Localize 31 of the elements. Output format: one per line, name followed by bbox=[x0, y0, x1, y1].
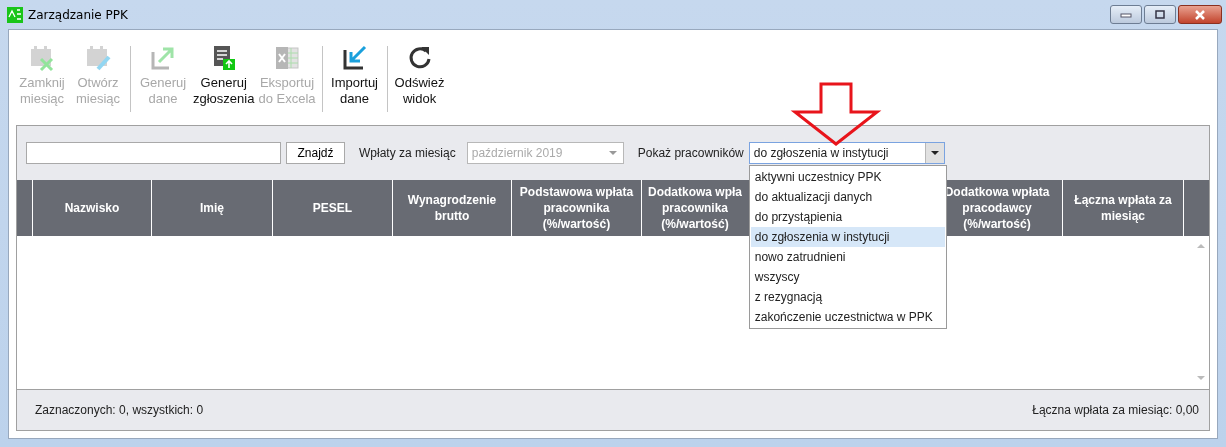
dropdown-option[interactable]: do zgłoszenia w instytucji bbox=[750, 227, 945, 247]
calendar-pencil-icon bbox=[84, 44, 112, 72]
minimize-button[interactable] bbox=[1110, 5, 1142, 24]
app-logo-icon bbox=[7, 6, 23, 23]
calendar-cross-icon bbox=[28, 44, 56, 72]
close-icon bbox=[1193, 9, 1207, 20]
show-employees-label: Pokaż pracowników bbox=[637, 146, 744, 160]
scroll-down-icon[interactable] bbox=[1196, 376, 1205, 381]
maximize-icon bbox=[1154, 9, 1166, 20]
close-button[interactable] bbox=[1178, 5, 1222, 24]
dropdown-option[interactable]: z rezygnacją bbox=[750, 287, 945, 307]
toolbar-button[interactable]: Importuj dane bbox=[326, 42, 383, 109]
scroll-up-icon[interactable] bbox=[1196, 244, 1205, 249]
month-label: Wpłaty za miesiąc bbox=[359, 146, 456, 160]
caret-icon bbox=[930, 150, 939, 156]
total-contribution: Łączna wpłata za miesiąc: 0,00 bbox=[1032, 403, 1199, 417]
minimize-icon bbox=[1120, 11, 1132, 18]
search-field[interactable] bbox=[26, 142, 281, 164]
find-button[interactable]: Znajdź bbox=[286, 142, 345, 164]
selection-summary: Zaznaczonych: 0, wszystkich: 0 bbox=[35, 403, 204, 417]
window-title: Zarządzanie PPK bbox=[28, 7, 128, 22]
spreadsheet-icon bbox=[273, 44, 301, 72]
employee-filter-select[interactable]: do zgłoszenia w instytucji bbox=[748, 142, 945, 164]
maximize-button[interactable] bbox=[1144, 5, 1176, 24]
dropdown-option[interactable]: nowo zatrudnieni bbox=[750, 247, 945, 267]
column-header[interactable]: Dodatkowa wpła pracownika (%/wartość) bbox=[642, 180, 748, 236]
toolbar-button[interactable]: Generuj zgłoszenia bbox=[191, 42, 257, 109]
toolbar-button[interactable]: Odśwież widok bbox=[391, 42, 448, 109]
dropdown-option[interactable]: zakończenie uczestnictwa w PPK bbox=[750, 307, 945, 327]
dropdown-option[interactable]: wszyscy bbox=[750, 267, 945, 287]
caret-icon bbox=[608, 150, 617, 156]
